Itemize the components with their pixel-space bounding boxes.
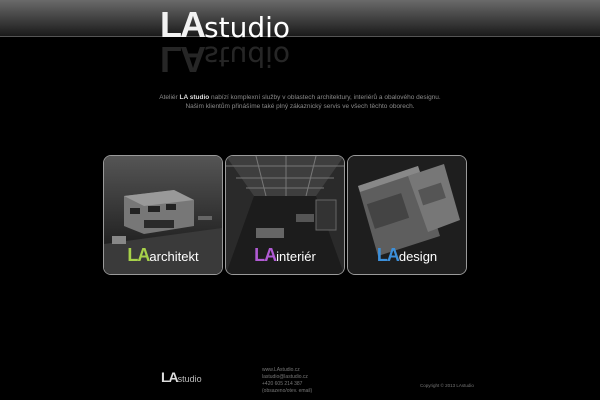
contact-note: (obsazeno/otev. email) xyxy=(262,388,313,394)
tile-interier-label: LAinteriér xyxy=(254,245,316,265)
footer-logo[interactable]: LAstudio xyxy=(161,369,202,387)
tile-interier[interactable]: LAinteriér xyxy=(225,155,345,275)
contact-phone: +420 605 214 387 xyxy=(262,381,303,387)
tile-architekt-label: LAarchitekt xyxy=(127,245,199,265)
contact-email[interactable]: lastudio@lastudio.cz xyxy=(262,374,312,381)
logo-reflection: LAstudio xyxy=(160,39,290,80)
footer-contacts: www.LAstudio.cz lastudio@lastudio.cz +42… xyxy=(262,367,312,395)
intro-brand: LA studio xyxy=(179,94,210,101)
intro-line-2: Našim klientům přinášíme také plný zákaz… xyxy=(185,103,415,110)
intro-line-1: Ateliér LA studio nabízí komplexní služb… xyxy=(159,94,441,101)
intro-text: Ateliér LA studio nabízí komplexní služb… xyxy=(80,93,520,111)
tile-design-label: LAdesign xyxy=(376,245,438,265)
site-header xyxy=(0,0,600,37)
copyright: Copyright © 2013 LAstudio xyxy=(420,383,474,388)
tile-design[interactable]: LAdesign xyxy=(347,155,467,275)
tile-architekt[interactable]: LAarchitekt xyxy=(103,155,223,275)
service-tiles: LAarchitekt LAinteriér LAdesign xyxy=(103,155,467,275)
contact-web[interactable]: www.LAstudio.cz xyxy=(262,367,312,374)
